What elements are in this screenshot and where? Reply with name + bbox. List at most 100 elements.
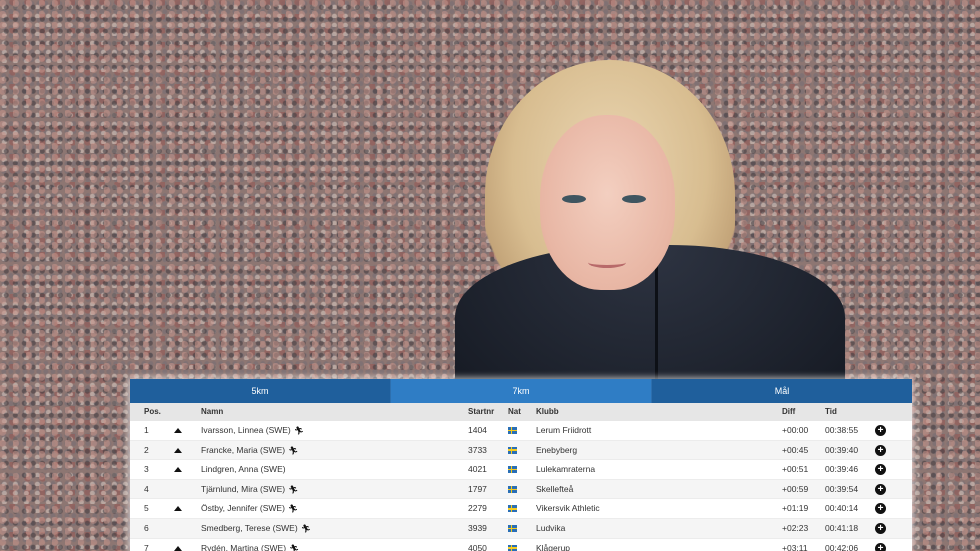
row-time: 00:41:18 (825, 522, 859, 533)
row-diff: +00:45 (782, 444, 809, 455)
table-row[interactable]: 2 Francke, Maria (SWE) 🏃︎ 3733 Enebyberg +00:… (130, 440, 912, 461)
header-diff[interactable]: Diff (782, 403, 795, 421)
row-diff: +02:23 (782, 522, 809, 533)
runner-icon: 🏃︎ (288, 445, 299, 455)
row-club: Klågerup (536, 542, 571, 551)
trend-cell (174, 460, 182, 478)
row-nat (508, 480, 517, 499)
header-name[interactable]: Namn (201, 403, 223, 421)
row-time: 00:38:55 (825, 425, 859, 435)
table-row[interactable]: 3 Lindgren, Anna (SWE) 4021 Lulekamraterna +… (130, 460, 912, 480)
table-row[interactable]: 6 Smedberg, Terese (SWE) 🏃︎ 3939 Ludvika +02:… (130, 518, 912, 539)
swe-flag-icon (508, 485, 517, 493)
athlete-photo (455, 60, 845, 405)
plus-circle-icon[interactable]: + (875, 503, 886, 515)
row-diff: +03:11 (782, 542, 808, 551)
row-time: 00:42:06 (825, 542, 859, 551)
header-pos[interactable]: Pos. (144, 403, 161, 421)
plus-circle-icon[interactable]: + (875, 425, 886, 436)
jacket-zip (655, 260, 658, 390)
plus-circle-icon[interactable]: + (875, 464, 886, 476)
row-club: Lerum Friidrott (536, 425, 592, 435)
row-name[interactable]: Smedberg, Terese (SWE) (201, 523, 298, 533)
swe-flag-icon (508, 446, 517, 454)
row-nat (508, 539, 517, 551)
row-diff: +01:19 (782, 503, 809, 514)
table-row[interactable]: 5 Östby, Jennifer (SWE) 🏃︎ 2279 Vikersvik At… (130, 499, 912, 519)
trend-cell (174, 499, 182, 517)
row-expand: + (875, 441, 886, 459)
row-name[interactable]: Francke, Maria (SWE) (201, 445, 285, 455)
arrow-up-icon (174, 428, 182, 433)
row-club: Lulekamraterna (536, 464, 596, 475)
row-diff: +00:59 (782, 483, 809, 494)
plus-circle-icon[interactable]: + (875, 542, 886, 551)
row-startnr: 4021 (468, 464, 487, 475)
tab-5km[interactable]: 5km (130, 379, 391, 403)
row-club: Enebyberg (536, 444, 578, 455)
row-name-cell: Tjärnlund, Mira (SWE) 🏃︎ (201, 480, 298, 499)
arrow-up-icon (174, 506, 182, 512)
row-nat (508, 499, 517, 518)
row-time: 00:39:46 (825, 464, 859, 475)
runner-icon: 🏃︎ (293, 426, 304, 435)
row-time: 00:39:40 (825, 444, 859, 455)
header-nat[interactable]: Nat (508, 403, 521, 421)
row-name-cell: Lindgren, Anna (SWE) (201, 460, 286, 478)
tab-finish[interactable]: Mål (652, 379, 912, 403)
row-name-cell: Östby, Jennifer (SWE) 🏃︎ (201, 499, 298, 518)
arrow-up-icon (174, 545, 182, 551)
row-expand: + (875, 539, 886, 551)
row-nat (508, 519, 517, 538)
row-nat (508, 421, 517, 440)
row-time: 00:40:14 (825, 503, 859, 514)
row-diff: +00:00 (782, 425, 809, 435)
table-row[interactable]: 1 Ivarsson, Linnea (SWE) 🏃︎ 1404 Lerum Friid… (130, 421, 912, 441)
runner-icon: 🏃︎ (289, 543, 300, 551)
plus-circle-icon[interactable]: + (875, 522, 886, 534)
row-name[interactable]: Ivarsson, Linnea (SWE) (201, 425, 291, 435)
row-startnr: 3939 (468, 522, 487, 533)
table-row[interactable]: 4 Tjärnlund, Mira (SWE) 🏃︎ 1797 Skellefteå +0… (130, 479, 912, 500)
header-club[interactable]: Klubb (536, 403, 559, 421)
results-table-body: 1 Ivarsson, Linnea (SWE) 🏃︎ 1404 Lerum Friid… (130, 421, 912, 551)
results-header: Pos. Namn Startnr Nat Klubb Diff Tid (130, 403, 912, 421)
arrow-up-icon (174, 467, 182, 473)
runner-icon: 🏃︎ (288, 484, 299, 494)
row-name-cell: Ivarsson, Linnea (SWE) 🏃︎ (201, 421, 304, 440)
row-nat (508, 441, 517, 460)
row-name[interactable]: Östby, Jennifer (SWE) (201, 503, 285, 513)
row-startnr: 3733 (468, 444, 487, 455)
trend-cell (174, 441, 182, 459)
face (540, 115, 675, 290)
table-row[interactable]: 7 Rydén, Martina (SWE) 🏃︎ 4050 Klågerup +03:1… (130, 539, 912, 551)
plus-circle-icon[interactable]: + (875, 483, 886, 495)
runner-icon: 🏃︎ (300, 523, 311, 533)
swe-flag-icon (508, 466, 517, 474)
header-startnr[interactable]: Startnr (468, 403, 494, 421)
swe-flag-icon (508, 505, 517, 513)
header-time[interactable]: Tid (825, 403, 837, 421)
row-nat (508, 460, 517, 479)
row-pos: 4 (144, 483, 149, 494)
row-pos: 2 (144, 444, 149, 455)
row-club: Vikersvik Athletic (536, 503, 600, 514)
trend-cell (174, 421, 182, 439)
row-name[interactable]: Lindgren, Anna (SWE) (201, 464, 286, 474)
row-name[interactable]: Rydén, Martina (SWE) (201, 543, 286, 551)
row-name[interactable]: Tjärnlund, Mira (SWE) (201, 484, 285, 494)
row-startnr: 1797 (468, 483, 487, 494)
row-diff: +00:51 (782, 464, 809, 475)
row-startnr: 1404 (468, 425, 487, 435)
row-club: Skellefteå (536, 483, 574, 494)
left-eye (562, 195, 586, 203)
row-club: Ludvika (536, 522, 566, 533)
row-startnr: 2279 (468, 503, 487, 514)
row-name-cell: Rydén, Martina (SWE) 🏃︎ (201, 539, 299, 551)
row-pos: 1 (144, 425, 149, 435)
row-expand: + (875, 480, 886, 498)
swe-flag-icon (508, 524, 517, 532)
plus-circle-icon[interactable]: + (875, 444, 886, 456)
tab-7km[interactable]: 7km (391, 379, 652, 403)
split-tabs: 5km 7km Mål (130, 379, 912, 403)
